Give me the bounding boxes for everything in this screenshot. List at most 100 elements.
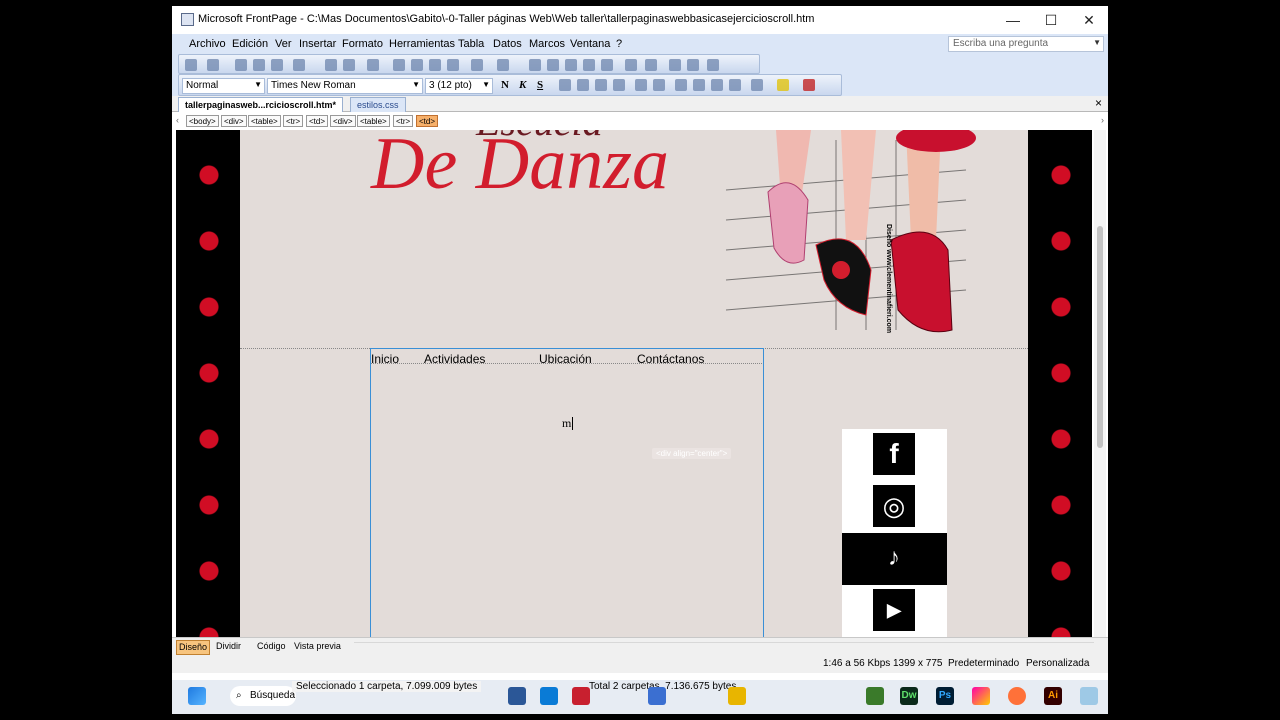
hyperlink-icon[interactable] bbox=[687, 59, 699, 71]
web-component-icon[interactable] bbox=[529, 59, 541, 71]
copy-icon[interactable] bbox=[411, 59, 423, 71]
nav-contactanos[interactable]: Contáctanos bbox=[637, 352, 704, 366]
view-tab-dividir[interactable]: Dividir bbox=[214, 640, 243, 653]
paste-icon[interactable] bbox=[429, 59, 441, 71]
firefox-icon[interactable] bbox=[1008, 687, 1026, 705]
social-facebook-box[interactable]: f bbox=[842, 429, 947, 481]
menu-formato[interactable]: Formato bbox=[342, 38, 383, 50]
dreamweaver-icon[interactable]: Dw bbox=[900, 687, 918, 705]
justify-icon[interactable] bbox=[613, 79, 625, 91]
taskbar-app-icon-6[interactable] bbox=[1080, 687, 1098, 705]
align-left-icon[interactable] bbox=[559, 79, 571, 91]
drawing-icon[interactable] bbox=[601, 59, 613, 71]
menu-help[interactable]: ? bbox=[616, 38, 622, 50]
windows-start-icon[interactable] bbox=[188, 687, 206, 705]
vertical-scrollbar-thumb[interactable] bbox=[1097, 226, 1103, 448]
publish-icon[interactable] bbox=[271, 59, 283, 71]
view-tab-codigo[interactable]: Código bbox=[255, 640, 288, 653]
status-page-dimensions[interactable]: 1399 x 775 bbox=[893, 658, 943, 669]
font-select[interactable]: Times New Roman ▼ bbox=[267, 78, 423, 94]
menu-marcos[interactable]: Marcos bbox=[529, 38, 565, 50]
underline-button[interactable]: S bbox=[537, 79, 543, 91]
taskbar-search[interactable]: ⌕ Búsqueda bbox=[230, 686, 296, 706]
preview-icon[interactable] bbox=[343, 59, 355, 71]
view-tab-diseno[interactable]: Diseño bbox=[176, 640, 211, 655]
insert-layer-icon[interactable] bbox=[565, 59, 577, 71]
photoshop-icon[interactable]: Ps bbox=[936, 687, 954, 705]
align-center-icon[interactable] bbox=[577, 79, 589, 91]
design-canvas[interactable]: Escuela De Danza Diseño www.clementinafi… bbox=[176, 130, 1092, 637]
font-color-icon[interactable] bbox=[803, 79, 815, 91]
tag-scroll-left-icon[interactable]: ‹ bbox=[176, 115, 179, 125]
folder-list-icon[interactable] bbox=[625, 59, 637, 71]
taskbar-folder-icon[interactable] bbox=[728, 687, 746, 705]
navigation-table[interactable]: Inicio Actividades Ubicación Contáctanos… bbox=[370, 348, 764, 637]
align-right-icon[interactable] bbox=[595, 79, 607, 91]
tag-scroll-right-icon[interactable]: › bbox=[1101, 115, 1104, 125]
horizontal-scrollbar[interactable] bbox=[354, 642, 1094, 651]
instagram-icon[interactable]: ◎ bbox=[873, 485, 915, 527]
facebook-icon[interactable]: f bbox=[873, 433, 915, 475]
menu-ver[interactable]: Ver bbox=[275, 38, 292, 50]
save-icon[interactable] bbox=[235, 59, 247, 71]
nav-actividades[interactable]: Actividades bbox=[424, 352, 485, 366]
cut-icon[interactable] bbox=[393, 59, 405, 71]
increase-font-icon[interactable] bbox=[635, 79, 647, 91]
taskbar-app-icon[interactable] bbox=[508, 687, 526, 705]
maximize-button[interactable]: ☐ bbox=[1032, 6, 1070, 34]
decrease-font-icon[interactable] bbox=[653, 79, 665, 91]
close-window-button[interactable]: ✕ bbox=[1070, 6, 1108, 34]
italic-button[interactable]: K bbox=[519, 79, 526, 91]
menu-datos[interactable]: Datos bbox=[493, 38, 522, 50]
tag-td[interactable]: <td> bbox=[306, 115, 329, 127]
decrease-indent-icon[interactable] bbox=[711, 79, 723, 91]
status-custom[interactable]: Personalizada bbox=[1026, 658, 1089, 669]
insert-table-icon[interactable] bbox=[547, 59, 559, 71]
tiktok-icon[interactable]: ♪ bbox=[873, 537, 915, 579]
tag-table[interactable]: <table> bbox=[248, 115, 281, 127]
borders-icon[interactable] bbox=[751, 79, 763, 91]
help-icon[interactable] bbox=[707, 59, 719, 71]
taskbar-app-icon-5[interactable] bbox=[972, 687, 990, 705]
menu-archivo[interactable]: Archivo bbox=[189, 38, 226, 50]
tag-body[interactable]: <body> bbox=[186, 115, 219, 127]
highlight-icon[interactable] bbox=[777, 79, 789, 91]
format-painter-icon[interactable] bbox=[447, 59, 459, 71]
toggle-pane-icon[interactable] bbox=[293, 59, 305, 71]
tab-estilos-css[interactable]: estilos.css bbox=[350, 97, 406, 112]
ask-question-input[interactable]: Escriba una pregunta ▼ bbox=[948, 36, 1104, 52]
vertical-scrollbar[interactable] bbox=[1094, 130, 1106, 637]
taskbar-edge-icon[interactable] bbox=[540, 687, 558, 705]
menu-herramientas[interactable]: Herramientas bbox=[389, 38, 455, 50]
close-tab-icon[interactable]: × bbox=[1095, 96, 1102, 110]
taskbar-app-icon-2[interactable] bbox=[572, 687, 590, 705]
menu-ventana[interactable]: Ventana bbox=[570, 38, 610, 50]
view-tab-vista-previa[interactable]: Vista previa bbox=[292, 640, 343, 653]
tag-div-2[interactable]: <div> bbox=[330, 115, 356, 127]
menu-insertar[interactable]: Insertar bbox=[299, 38, 336, 50]
bold-button[interactable]: N bbox=[501, 79, 509, 91]
bulleted-list-icon[interactable] bbox=[693, 79, 705, 91]
tag-tr[interactable]: <tr> bbox=[283, 115, 304, 127]
tag-tr-2[interactable]: <tr> bbox=[393, 115, 414, 127]
increase-indent-icon[interactable] bbox=[729, 79, 741, 91]
print-icon[interactable] bbox=[325, 59, 337, 71]
undo-icon[interactable] bbox=[471, 59, 483, 71]
nav-ubicacion[interactable]: Ubicación bbox=[539, 352, 592, 366]
minimize-button[interactable]: — bbox=[994, 6, 1032, 34]
new-page-icon[interactable] bbox=[185, 59, 197, 71]
social-instagram-box[interactable]: ◎ bbox=[842, 481, 947, 533]
insert-picture-icon[interactable] bbox=[583, 59, 595, 71]
numbered-list-icon[interactable] bbox=[675, 79, 687, 91]
tag-div[interactable]: <div> bbox=[221, 115, 247, 127]
show-all-icon[interactable] bbox=[669, 59, 681, 71]
spelling-icon[interactable] bbox=[367, 59, 379, 71]
status-mode[interactable]: Predeterminado bbox=[948, 658, 1019, 669]
chevron-down-icon[interactable]: ▼ bbox=[1093, 38, 1101, 47]
search-icon[interactable] bbox=[253, 59, 265, 71]
redo-icon[interactable] bbox=[497, 59, 509, 71]
menu-tabla[interactable]: Tabla bbox=[458, 38, 484, 50]
font-size-select[interactable]: 3 (12 pto) ▼ bbox=[425, 78, 493, 94]
taskbar-app-icon-3[interactable] bbox=[648, 687, 666, 705]
taskbar-app-icon-4[interactable] bbox=[866, 687, 884, 705]
